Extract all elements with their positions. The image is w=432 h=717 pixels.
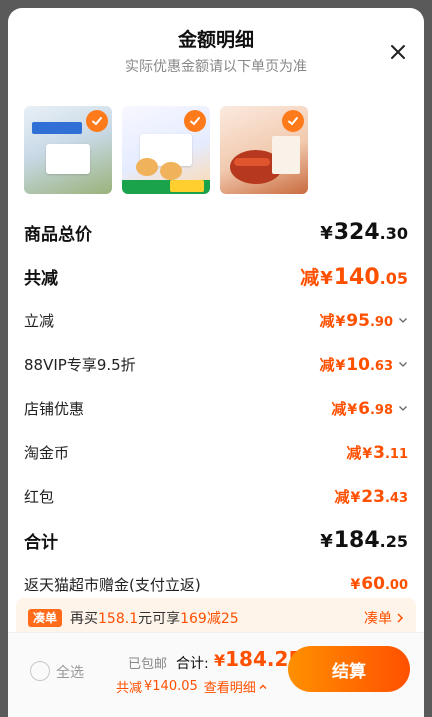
row-label: 红包	[24, 487, 55, 506]
row-taojinbi: 淘金币 减 ¥3.11	[24, 430, 408, 474]
chevron-down-icon[interactable]	[398, 403, 408, 413]
row-amount: 减 ¥140.05	[300, 264, 408, 290]
row-label: 合计	[24, 532, 58, 553]
row-label: 商品总价	[24, 224, 92, 245]
selected-check-icon	[86, 110, 108, 132]
chevron-down-icon[interactable]	[398, 359, 408, 369]
checkout-button[interactable]: 结算	[288, 646, 410, 692]
row-amount: 减 ¥6.98	[331, 398, 408, 419]
row-label: 淘金币	[24, 443, 70, 462]
row-amount: ¥60.00	[350, 574, 408, 594]
row-amount: 减 ¥23.43	[334, 486, 408, 507]
row-amount: 减 ¥3.11	[346, 442, 408, 463]
row-label: 返天猫超市赠金(支付立返)	[24, 575, 201, 594]
row-amount: 减 ¥95.90	[320, 310, 408, 331]
row-amount: 减 ¥10.63	[320, 354, 408, 375]
amount-rows: 商品总价 ¥324.30 共减 减 ¥140.05 立减 减 ¥95.90 88VI…	[24, 210, 408, 606]
chicken-feet-product-image[interactable]	[220, 106, 308, 194]
free-shipping-label: 已包邮	[128, 657, 168, 672]
select-all-radio[interactable]	[30, 661, 50, 681]
row-grand-total: 合计 ¥184.25	[24, 518, 408, 562]
select-all-label[interactable]: 全选	[56, 662, 84, 682]
row-label: 共减	[24, 268, 58, 289]
close-icon[interactable]	[388, 42, 408, 62]
row-red-packet: 红包 减 ¥23.43	[24, 474, 408, 518]
add-on-link[interactable]: 凑单	[364, 608, 404, 628]
discount-summary: 共减 ¥140.05 查看明细	[116, 677, 268, 696]
milk-product-image[interactable]	[24, 106, 112, 194]
sheet-title: 金额明细	[177, 29, 254, 51]
sheet-header: 金额明细 实际优惠金额请以下单页为准	[8, 28, 424, 76]
row-store-discount[interactable]: 店铺优惠 减 ¥6.98	[24, 386, 408, 430]
total-label: 合计:	[176, 656, 209, 672]
row-total-discount: 共减 减 ¥140.05	[24, 254, 408, 298]
sheet-subtitle: 实际优惠金额请以下单页为准	[125, 59, 307, 75]
row-label: 立减	[24, 311, 55, 330]
checkout-footer: 全选 已包邮 合计: ¥184.25 共减 ¥140.05 查看明细 结算	[8, 632, 424, 717]
row-amount: ¥324.30	[320, 219, 408, 245]
view-detail-link[interactable]: 查看明细	[204, 677, 268, 696]
selected-check-icon	[184, 110, 206, 132]
promo-text: 再买158.1元可享169减25	[70, 611, 239, 627]
row-instant-discount[interactable]: 立减 减 ¥95.90	[24, 298, 408, 342]
row-label: 88VIP专享9.5折	[24, 355, 136, 374]
chevron-up-icon	[259, 684, 267, 689]
chevron-right-icon	[397, 613, 404, 623]
row-amount: ¥184.25	[320, 527, 408, 553]
amount-detail-sheet: 金额明细 实际优惠金额请以下单页为准 商品总价 ¥ 324 .30 共减 减 ¥…	[8, 8, 424, 717]
promo-tag: 凑单	[28, 609, 63, 627]
bread-product-image[interactable]	[122, 106, 210, 194]
row-88vip-discount[interactable]: 88VIP专享9.5折 减 ¥10.63	[24, 342, 408, 386]
row-subtotal: 商品总价 ¥324.30	[24, 210, 408, 254]
selected-check-icon	[282, 110, 304, 132]
chevron-down-icon[interactable]	[398, 315, 408, 325]
row-label: 店铺优惠	[24, 399, 85, 418]
product-thumbnails	[24, 106, 308, 194]
